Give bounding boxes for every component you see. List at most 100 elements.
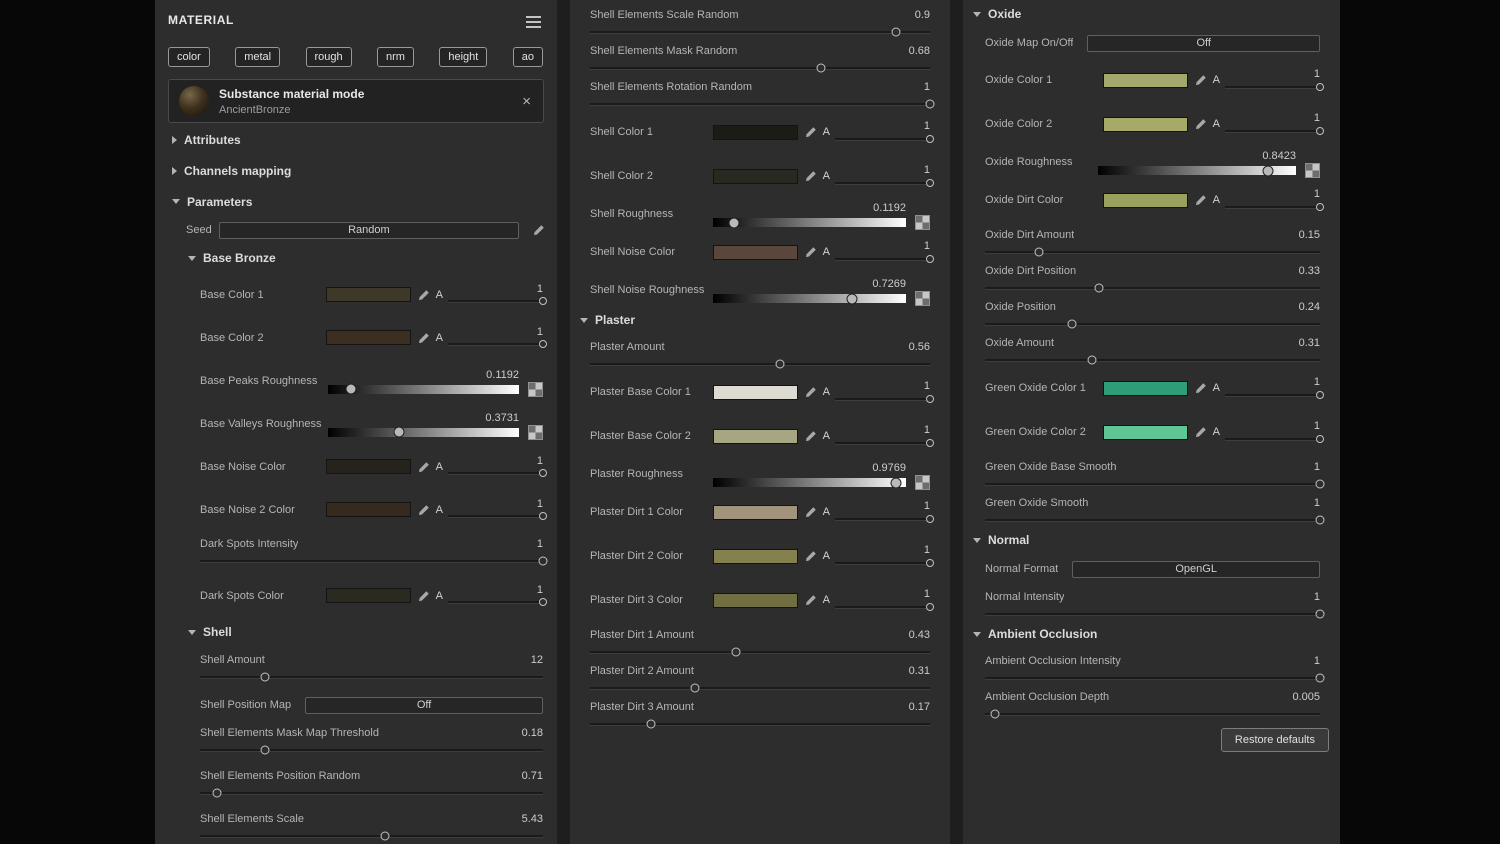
section-oxide[interactable]: Oxide [963, 0, 1340, 28]
alpha-knob[interactable] [1316, 434, 1324, 443]
roughness-gradient-track[interactable] [713, 293, 906, 304]
texture-map-icon[interactable] [915, 475, 930, 490]
alpha-track[interactable] [1225, 433, 1324, 444]
pencil-icon[interactable] [418, 289, 430, 301]
texture-map-icon[interactable] [915, 291, 930, 306]
alpha-track[interactable] [1225, 201, 1324, 212]
channel-button-rough[interactable]: rough [305, 47, 352, 67]
section-parameters[interactable]: Parameters [155, 186, 557, 217]
alpha-track[interactable] [1225, 125, 1324, 136]
slider-knob[interactable] [731, 647, 741, 657]
channel-button-metal[interactable]: metal [235, 47, 281, 67]
slider-knob[interactable] [212, 788, 222, 798]
toggle-button-normal-format[interactable]: OpenGL [1072, 560, 1320, 578]
color-swatch[interactable] [712, 244, 798, 260]
pencil-icon[interactable] [1195, 194, 1207, 206]
alpha-knob[interactable] [1316, 202, 1324, 211]
roughness-gradient-track[interactable] [713, 217, 906, 228]
alpha-track[interactable] [835, 557, 934, 568]
alpha-track[interactable] [835, 601, 934, 612]
slider-track[interactable] [590, 358, 930, 370]
alpha-track[interactable] [835, 253, 934, 264]
slider-knob[interactable] [1315, 515, 1325, 525]
slider-track[interactable] [985, 672, 1325, 684]
texture-map-icon[interactable] [915, 215, 930, 230]
pencil-icon[interactable] [1195, 118, 1207, 130]
channel-button-color[interactable]: color [168, 47, 210, 67]
slider-track[interactable] [590, 646, 930, 658]
slider-knob[interactable] [260, 672, 270, 682]
channel-button-height[interactable]: height [439, 47, 488, 67]
color-swatch[interactable] [712, 548, 798, 564]
alpha-track[interactable] [448, 468, 547, 479]
roughness-gradient-track[interactable] [328, 426, 519, 438]
slider-knob[interactable] [393, 426, 405, 438]
slider-knob[interactable] [1067, 319, 1077, 329]
slider-track[interactable] [985, 608, 1325, 620]
slider-knob[interactable] [1315, 479, 1325, 489]
color-swatch[interactable] [1102, 116, 1188, 132]
color-swatch[interactable] [712, 428, 798, 444]
restore-defaults-button[interactable]: Restore defaults [1220, 728, 1329, 752]
section-base-bronze[interactable]: Base Bronze [155, 243, 557, 273]
slider-knob[interactable] [728, 217, 740, 228]
alpha-track[interactable] [835, 437, 934, 448]
alpha-knob[interactable] [926, 134, 934, 143]
alpha-track[interactable] [835, 133, 934, 144]
alpha-knob[interactable] [539, 512, 547, 520]
pencil-icon[interactable] [805, 246, 817, 258]
alpha-knob[interactable] [539, 340, 547, 348]
alpha-knob[interactable] [539, 297, 547, 305]
pencil-icon[interactable] [805, 170, 817, 182]
slider-track[interactable] [200, 671, 543, 683]
slider-knob[interactable] [1262, 165, 1274, 176]
pencil-icon[interactable] [805, 386, 817, 398]
slider-knob[interactable] [890, 477, 902, 488]
pencil-icon[interactable] [533, 224, 545, 236]
color-swatch[interactable] [325, 330, 411, 345]
alpha-knob[interactable] [926, 514, 934, 523]
slider-track[interactable] [200, 830, 543, 842]
color-swatch[interactable] [712, 592, 798, 608]
color-swatch[interactable] [712, 384, 798, 400]
pencil-icon[interactable] [805, 430, 817, 442]
alpha-track[interactable] [448, 597, 547, 608]
color-swatch[interactable] [325, 459, 411, 474]
slider-knob[interactable] [345, 383, 357, 395]
alpha-knob[interactable] [1316, 82, 1324, 91]
alpha-track[interactable] [448, 339, 547, 350]
alpha-track[interactable] [835, 177, 934, 188]
slider-track[interactable] [590, 682, 930, 694]
slider-knob[interactable] [816, 63, 826, 73]
alpha-knob[interactable] [926, 178, 934, 187]
pencil-icon[interactable] [805, 594, 817, 606]
color-swatch[interactable] [1102, 72, 1188, 88]
slider-track[interactable] [200, 744, 543, 756]
color-swatch[interactable] [325, 502, 411, 517]
slider-track[interactable] [200, 787, 543, 799]
pencil-icon[interactable] [1195, 74, 1207, 86]
alpha-knob[interactable] [926, 394, 934, 403]
pencil-icon[interactable] [1195, 426, 1207, 438]
roughness-gradient-track[interactable] [328, 383, 519, 395]
roughness-gradient-track[interactable] [1098, 165, 1296, 176]
slider-knob[interactable] [380, 831, 390, 841]
alpha-knob[interactable] [926, 558, 934, 567]
alpha-track[interactable] [448, 511, 547, 522]
seed-field[interactable]: Random [218, 221, 519, 239]
pencil-icon[interactable] [418, 332, 430, 344]
roughness-gradient-track[interactable] [713, 477, 906, 488]
pencil-icon[interactable] [418, 504, 430, 516]
color-swatch[interactable] [1102, 424, 1188, 440]
slider-knob[interactable] [260, 745, 270, 755]
color-swatch[interactable] [325, 287, 411, 302]
slider-track[interactable] [985, 246, 1320, 258]
pencil-icon[interactable] [418, 461, 430, 473]
pencil-icon[interactable] [805, 126, 817, 138]
slider-track[interactable] [200, 555, 548, 567]
channel-button-ao[interactable]: ao [512, 47, 543, 67]
options-menu-icon[interactable] [526, 13, 541, 28]
slider-track[interactable] [985, 478, 1325, 490]
alpha-knob[interactable] [539, 598, 547, 606]
texture-map-icon[interactable] [528, 424, 543, 440]
